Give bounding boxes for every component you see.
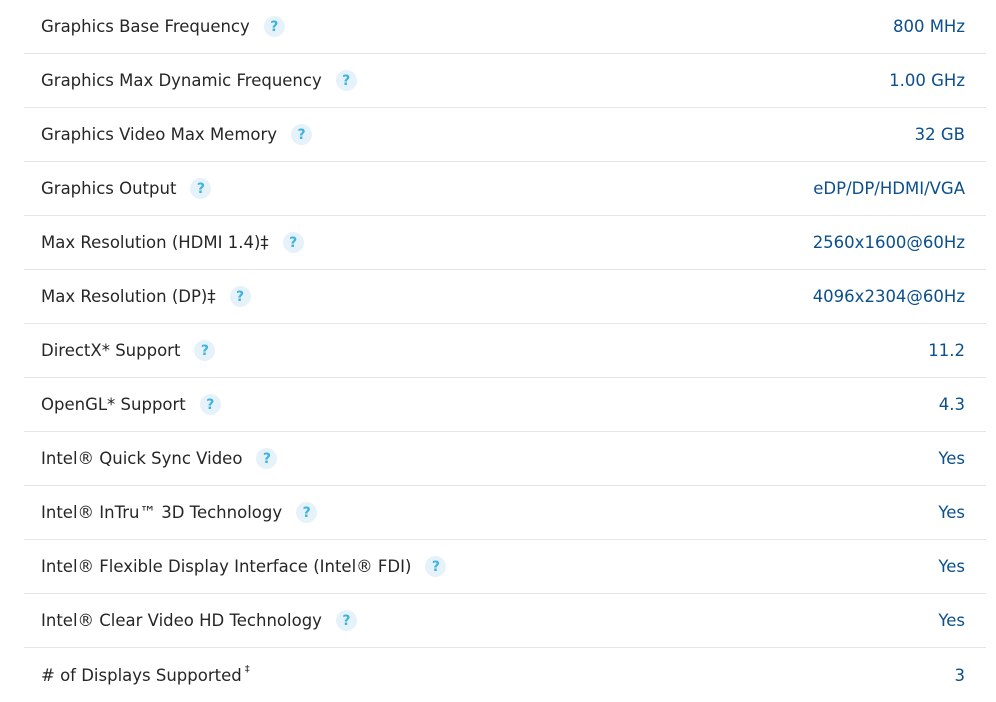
spec-label-text: # of Displays Supported bbox=[41, 665, 242, 685]
spec-label: Intel® Quick Sync Video bbox=[41, 449, 243, 468]
spec-row-graphics-output: Graphics Output ? eDP/DP/HDMI/VGA bbox=[24, 162, 986, 216]
spec-row-clear-video-hd-technology: Intel® Clear Video HD Technology ? Yes bbox=[24, 594, 986, 648]
spec-label: Max Resolution (DP)‡ bbox=[41, 287, 216, 306]
spec-value: 11.2 bbox=[928, 341, 965, 360]
spec-row-quick-sync-video: Intel® Quick Sync Video ? Yes bbox=[24, 432, 986, 486]
spec-value: 800 MHz bbox=[892, 17, 965, 36]
help-icon[interactable]: ? bbox=[194, 340, 216, 361]
spec-value: 1.00 GHz bbox=[889, 71, 965, 90]
help-icon[interactable]: ? bbox=[256, 448, 278, 469]
spec-value: Yes bbox=[938, 557, 965, 576]
spec-value: 3 bbox=[954, 665, 966, 685]
spec-value: Yes bbox=[938, 503, 965, 522]
spec-row-graphics-base-frequency: Graphics Base Frequency ? 800 MHz bbox=[24, 0, 986, 54]
spec-row-max-resolution-hdmi: Max Resolution (HDMI 1.4)‡ ? 2560x1600@6… bbox=[24, 216, 986, 270]
spec-value: Yes bbox=[938, 449, 965, 468]
spec-value: 4096x2304@60Hz bbox=[812, 287, 965, 306]
spec-label: DirectX* Support bbox=[41, 341, 181, 360]
spec-row-graphics-max-dynamic-frequency: Graphics Max Dynamic Frequency ? 1.00 GH… bbox=[24, 54, 986, 108]
help-icon[interactable]: ? bbox=[199, 394, 221, 415]
spec-label: Graphics Video Max Memory bbox=[41, 125, 278, 144]
help-icon[interactable]: ? bbox=[425, 556, 447, 577]
help-icon[interactable]: ? bbox=[291, 124, 313, 145]
help-icon[interactable]: ? bbox=[282, 232, 304, 253]
spec-value: 4.3 bbox=[938, 395, 965, 414]
spec-value: Yes bbox=[938, 611, 965, 630]
help-icon[interactable]: ? bbox=[263, 16, 285, 37]
help-icon[interactable]: ? bbox=[335, 70, 357, 91]
help-icon[interactable]: ? bbox=[229, 286, 251, 307]
spec-value: eDP/DP/HDMI/VGA bbox=[813, 179, 965, 198]
spec-row-displays-supported: # of Displays Supported ‡ 3 bbox=[24, 648, 986, 702]
spec-label: Graphics Base Frequency bbox=[41, 17, 250, 36]
spec-label: Graphics Output bbox=[41, 179, 177, 198]
spec-row-graphics-video-max-memory: Graphics Video Max Memory ? 32 GB bbox=[24, 108, 986, 162]
spec-label: Max Resolution (HDMI 1.4)‡ bbox=[41, 233, 269, 252]
spec-label: Intel® Flexible Display Interface (Intel… bbox=[41, 557, 412, 576]
help-icon[interactable]: ? bbox=[335, 610, 357, 631]
spec-value: 2560x1600@60Hz bbox=[812, 233, 965, 252]
help-icon[interactable]: ? bbox=[296, 502, 318, 523]
help-icon[interactable]: ? bbox=[190, 178, 212, 199]
spec-row-opengl-support: OpenGL* Support ? 4.3 bbox=[24, 378, 986, 432]
spec-row-directx-support: DirectX* Support ? 11.2 bbox=[24, 324, 986, 378]
spec-label: # of Displays Supported ‡ bbox=[41, 663, 250, 685]
spec-row-max-resolution-dp: Max Resolution (DP)‡ ? 4096x2304@60Hz bbox=[24, 270, 986, 324]
spec-label: Intel® Clear Video HD Technology bbox=[41, 611, 322, 630]
spec-label: Intel® InTru™ 3D Technology bbox=[41, 503, 283, 522]
spec-label: Graphics Max Dynamic Frequency bbox=[41, 71, 322, 90]
footnote-marker: ‡ bbox=[244, 663, 250, 675]
graphics-spec-table: Graphics Base Frequency ? 800 MHz Graphi… bbox=[24, 0, 986, 702]
spec-label: OpenGL* Support bbox=[41, 395, 186, 414]
spec-row-intru-3d-technology: Intel® InTru™ 3D Technology ? Yes bbox=[24, 486, 986, 540]
spec-row-flexible-display-interface: Intel® Flexible Display Interface (Intel… bbox=[24, 540, 986, 594]
spec-value: 32 GB bbox=[914, 125, 965, 144]
